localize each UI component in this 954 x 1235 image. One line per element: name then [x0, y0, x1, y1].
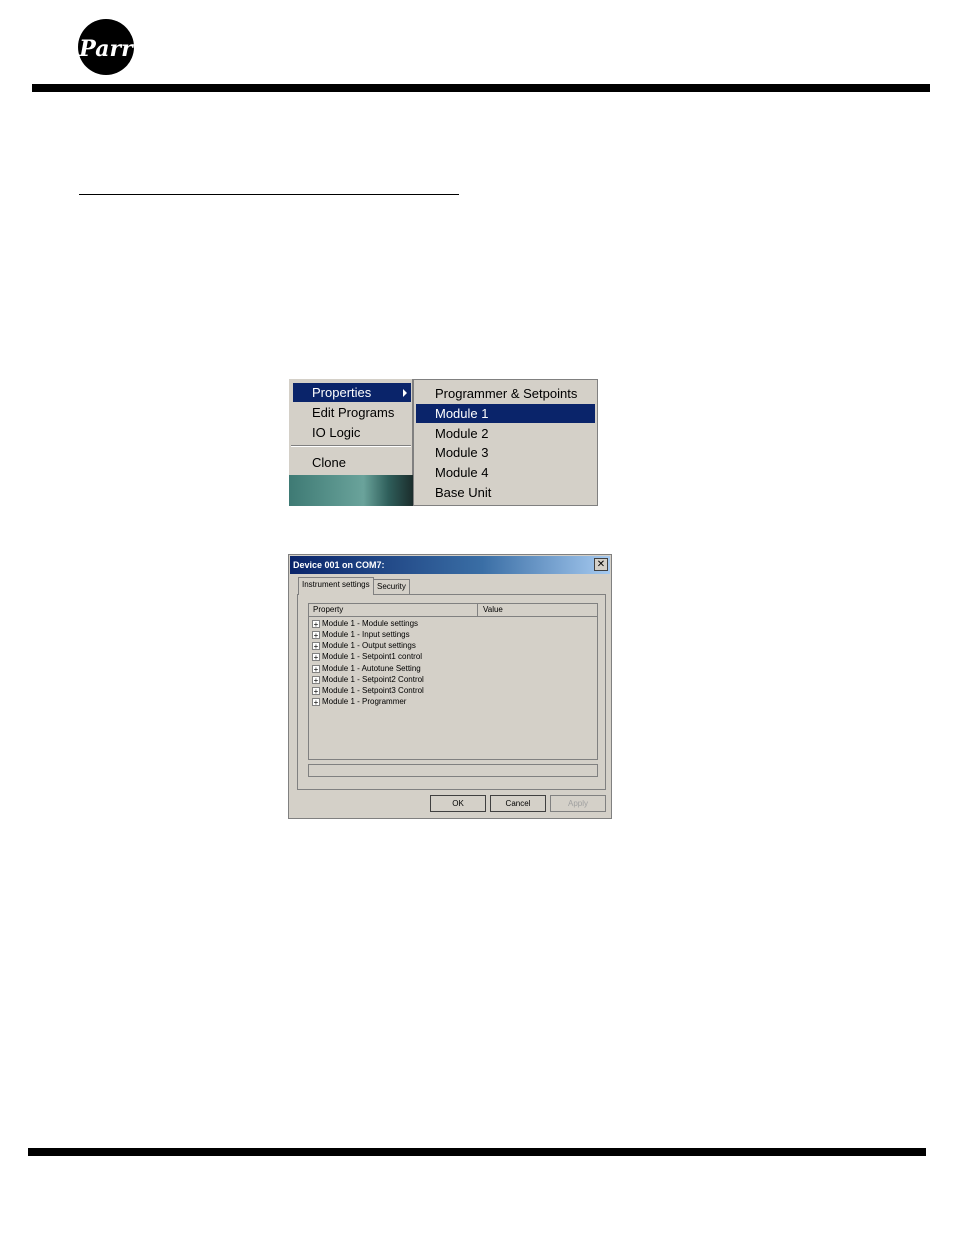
- property-label: Module 1 - Setpoint3 Control: [322, 686, 424, 695]
- svg-text:Parr: Parr: [78, 36, 134, 62]
- property-row[interactable]: + Module 1 - Setpoint1 control: [312, 651, 422, 662]
- property-row[interactable]: + Module 1 - Autotune Setting: [312, 663, 421, 674]
- property-label: Module 1 - Programmer: [322, 697, 407, 706]
- tab-panel: Property Value + Module 1 - Module settin…: [297, 594, 606, 790]
- submenu-item-label: Base Unit: [435, 485, 492, 500]
- submenu-item-label: Module 3: [435, 445, 489, 460]
- property-label: Module 1 - Setpoint1 control: [322, 652, 423, 661]
- property-row[interactable]: + Module 1 - Programmer: [312, 696, 406, 707]
- menu-item-label: Edit Programs: [312, 405, 395, 420]
- property-row[interactable]: + Module 1 - Module settings: [312, 618, 418, 629]
- property-label: Module 1 - Module settings: [322, 619, 419, 628]
- menu-item-label: Properties: [312, 385, 372, 400]
- tab-security[interactable]: Security: [373, 579, 410, 594]
- submenu-item-module-2[interactable]: Module 2: [416, 424, 595, 443]
- submenu-item-module-4[interactable]: Module 4: [416, 463, 595, 482]
- menu-item-label: Clone: [312, 455, 346, 470]
- property-label: Module 1 - Setpoint2 Control: [322, 675, 424, 684]
- expand-icon[interactable]: +: [312, 630, 320, 639]
- menu-item-label: IO Logic: [312, 425, 361, 440]
- submenu-arrow-icon: [403, 389, 407, 397]
- properties-submenu: Programmer & Setpoints Module 1 Module 2…: [413, 379, 598, 506]
- dialog-title: Device 001 on COM7:: [293, 560, 385, 570]
- submenu-item-module-1[interactable]: Module 1: [416, 404, 595, 423]
- background-window: [289, 475, 413, 506]
- property-row[interactable]: + Module 1 - Input settings: [312, 629, 410, 640]
- parr-logo: Parr: [78, 19, 134, 75]
- tab-label: Security: [377, 582, 406, 591]
- button-label: Cancel: [505, 799, 531, 808]
- column-header-property[interactable]: Property: [313, 605, 343, 615]
- menu-item-edit-programs[interactable]: Edit Programs: [293, 403, 411, 422]
- cancel-button[interactable]: Cancel: [490, 795, 546, 812]
- submenu-item-label: Module 4: [435, 465, 489, 480]
- ok-button[interactable]: OK: [430, 795, 486, 812]
- property-grid: Property Value + Module 1 - Module settin…: [308, 603, 598, 760]
- menu-item-clone[interactable]: Clone: [293, 453, 411, 472]
- expand-icon[interactable]: +: [312, 697, 320, 706]
- expand-icon[interactable]: +: [312, 675, 320, 684]
- submenu-item-base-unit[interactable]: Base Unit: [416, 483, 595, 502]
- submenu-item-label: Module 2: [435, 426, 489, 441]
- dialog-titlebar[interactable]: Device 001 on COM7: ✕: [290, 556, 610, 574]
- context-menu-screenshot: Properties Edit Programs IO Logic Clone …: [289, 379, 598, 506]
- footer-rule: [28, 1148, 926, 1156]
- submenu-item-programmer-setpoints[interactable]: Programmer & Setpoints: [416, 384, 595, 403]
- submenu-item-label: Module 1: [435, 406, 489, 421]
- property-row[interactable]: + Module 1 - Setpoint3 Control: [312, 685, 424, 696]
- menu-item-properties[interactable]: Properties: [293, 383, 411, 402]
- submenu-item-label: Programmer & Setpoints: [435, 386, 578, 401]
- menu-separator: [291, 445, 411, 447]
- description-box: [308, 764, 598, 777]
- menu-item-io-logic[interactable]: IO Logic: [293, 423, 411, 442]
- header-rule: [32, 84, 930, 92]
- property-label: Module 1 - Input settings: [322, 630, 410, 639]
- property-row[interactable]: + Module 1 - Output settings: [312, 640, 416, 651]
- context-menu: Properties Edit Programs IO Logic Clone: [289, 379, 413, 475]
- column-divider[interactable]: [477, 604, 478, 616]
- expand-icon[interactable]: +: [312, 641, 320, 650]
- property-row[interactable]: + Module 1 - Setpoint2 Control: [312, 674, 424, 685]
- section-underline: [79, 194, 459, 195]
- close-button[interactable]: ✕: [594, 558, 608, 571]
- expand-icon[interactable]: +: [312, 619, 320, 628]
- expand-icon[interactable]: +: [312, 664, 320, 673]
- expand-icon[interactable]: +: [312, 686, 320, 695]
- grid-header: Property Value: [309, 604, 597, 617]
- column-header-value[interactable]: Value: [483, 605, 503, 615]
- device-dialog: Device 001 on COM7: ✕ Instrument setting…: [288, 554, 612, 819]
- property-label: Module 1 - Autotune Setting: [322, 664, 421, 673]
- button-label: OK: [452, 799, 464, 808]
- apply-button[interactable]: Apply: [550, 795, 606, 812]
- tab-instrument-settings[interactable]: Instrument settings: [298, 577, 374, 595]
- close-icon: ✕: [596, 559, 606, 570]
- property-label: Module 1 - Output settings: [322, 641, 416, 650]
- button-label: Apply: [567, 799, 588, 808]
- submenu-item-module-3[interactable]: Module 3: [416, 443, 595, 462]
- expand-icon[interactable]: +: [312, 652, 320, 661]
- tab-label: Instrument settings: [302, 580, 370, 589]
